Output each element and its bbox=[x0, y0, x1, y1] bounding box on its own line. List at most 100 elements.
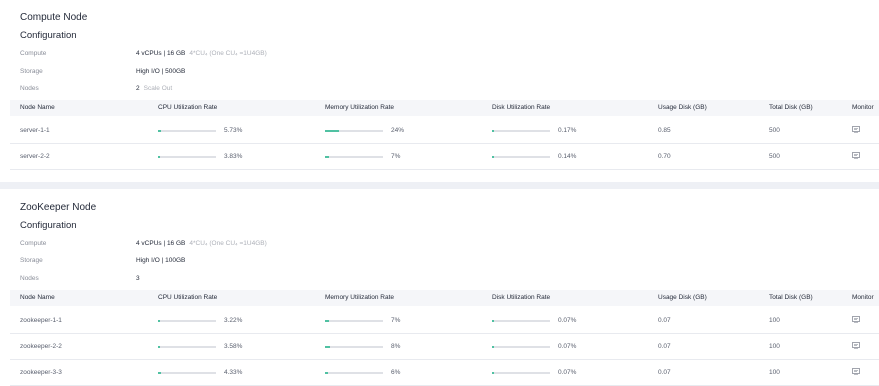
compute-node-section: Compute Node Configuration Compute 4 vCP… bbox=[0, 0, 879, 182]
column-node-name: Node Name bbox=[20, 294, 55, 301]
cpu-rate: 3.58% bbox=[224, 343, 243, 350]
node-count: 2 bbox=[136, 85, 140, 92]
column-total-disk: Total Disk (GB) bbox=[769, 104, 813, 111]
total-disk: 500 bbox=[769, 153, 780, 160]
memory-bar-fill bbox=[325, 130, 339, 132]
config-value-nodes: 3 bbox=[136, 275, 140, 282]
usage-disk: 0.85 bbox=[658, 127, 671, 134]
disk-bar-fill bbox=[492, 320, 494, 322]
config-label-compute: Compute bbox=[20, 50, 47, 57]
compute-spec: 4 vCPUs | 16 GB bbox=[136, 50, 186, 57]
node-name: server-1-1 bbox=[20, 127, 50, 134]
total-disk: 100 bbox=[769, 343, 780, 350]
disk-rate: 0.14% bbox=[558, 153, 577, 160]
total-disk: 500 bbox=[769, 127, 780, 134]
usage-disk: 0.07 bbox=[658, 343, 671, 350]
monitor-icon[interactable] bbox=[852, 152, 860, 159]
memory-bar-fill bbox=[325, 320, 330, 322]
memory-rate: 7% bbox=[391, 153, 401, 160]
disk-bar bbox=[492, 320, 550, 322]
config-label-nodes: Nodes bbox=[20, 85, 39, 92]
memory-bar bbox=[325, 320, 383, 322]
cpu-bar bbox=[158, 130, 216, 132]
cpu-rate: 5.73% bbox=[224, 127, 243, 134]
usage-disk: 0.70 bbox=[658, 153, 671, 160]
disk-bar-fill bbox=[492, 130, 494, 132]
disk-bar bbox=[492, 372, 550, 374]
total-disk: 100 bbox=[769, 369, 780, 376]
usage-disk: 0.07 bbox=[658, 317, 671, 324]
disk-rate: 0.17% bbox=[558, 127, 577, 134]
column-cpu: CPU Utilization Rate bbox=[158, 294, 218, 301]
node-name: zookeeper-2-2 bbox=[20, 343, 62, 350]
disk-bar bbox=[492, 130, 550, 132]
column-disk: Disk Utilization Rate bbox=[492, 104, 551, 111]
scale-out-link[interactable]: Scale Out bbox=[144, 85, 173, 92]
column-usage-disk: Usage Disk (GB) bbox=[658, 104, 707, 111]
config-label-nodes: Nodes bbox=[20, 275, 39, 282]
memory-bar bbox=[325, 372, 383, 374]
usage-disk: 0.07 bbox=[658, 369, 671, 376]
memory-rate: 24% bbox=[391, 127, 405, 134]
section-subtitle: Configuration bbox=[20, 220, 77, 231]
memory-bar-fill bbox=[325, 346, 330, 348]
cpu-rate: 3.22% bbox=[224, 317, 243, 324]
config-value-compute: 4 vCPUs | 16 GB 4*CU₄ (One CU₄ =1U4GB) bbox=[136, 50, 267, 57]
config-label-compute: Compute bbox=[20, 240, 47, 247]
disk-bar-fill bbox=[492, 156, 494, 158]
cpu-bar bbox=[158, 372, 216, 374]
disk-rate: 0.07% bbox=[558, 317, 577, 324]
cpu-bar-fill bbox=[158, 156, 161, 158]
column-usage-disk: Usage Disk (GB) bbox=[658, 294, 707, 301]
memory-bar bbox=[325, 346, 383, 348]
table-header: Node Name CPU Utilization Rate Memory Ut… bbox=[10, 290, 879, 306]
table-row: zookeeper-2-2 3.58% 8% 0.07% 0.07 100 bbox=[10, 334, 879, 360]
memory-bar-fill bbox=[325, 372, 329, 374]
table-row: server-2-2 3.83% 7% 0.14% 0.70 500 bbox=[10, 144, 879, 170]
node-name: zookeeper-1-1 bbox=[20, 317, 62, 324]
zookeeper-node-section: ZooKeeper Node Configuration Compute 4 v… bbox=[0, 189, 879, 386]
compute-spec: 4 vCPUs | 16 GB bbox=[136, 240, 186, 247]
section-title: ZooKeeper Node bbox=[20, 202, 97, 213]
column-monitor: Monitor bbox=[852, 104, 874, 111]
column-disk: Disk Utilization Rate bbox=[492, 294, 551, 301]
config-value-storage: High I/O | 100GB bbox=[136, 257, 186, 264]
compute-cu-note: 4*CU₄ (One CU₄ =1U4GB) bbox=[189, 50, 267, 57]
memory-rate: 7% bbox=[391, 317, 401, 324]
section-title: Compute Node bbox=[20, 12, 88, 23]
disk-bar-fill bbox=[492, 346, 494, 348]
column-memory: Memory Utilization Rate bbox=[325, 294, 394, 301]
column-total-disk: Total Disk (GB) bbox=[769, 294, 813, 301]
compute-cu-note: 4*CU₄ (One CU₄ =1U4GB) bbox=[189, 240, 267, 247]
memory-bar bbox=[325, 156, 383, 158]
table-row: zookeeper-3-3 4.33% 6% 0.07% 0.07 100 bbox=[10, 360, 879, 386]
cpu-bar-fill bbox=[158, 320, 160, 322]
cpu-bar-fill bbox=[158, 130, 162, 132]
disk-bar bbox=[492, 156, 550, 158]
table-header: Node Name CPU Utilization Rate Memory Ut… bbox=[10, 100, 879, 116]
table-row: server-1-1 5.73% 24% 0.17% 0.85 500 bbox=[10, 118, 879, 144]
column-cpu: CPU Utilization Rate bbox=[158, 104, 218, 111]
section-subtitle: Configuration bbox=[20, 30, 77, 41]
cpu-rate: 4.33% bbox=[224, 369, 243, 376]
config-value-compute: 4 vCPUs | 16 GB 4*CU₄ (One CU₄ =1U4GB) bbox=[136, 240, 267, 247]
cpu-rate: 3.83% bbox=[224, 153, 243, 160]
memory-rate: 8% bbox=[391, 343, 401, 350]
total-disk: 100 bbox=[769, 317, 780, 324]
monitor-icon[interactable] bbox=[852, 126, 860, 133]
node-name: zookeeper-3-3 bbox=[20, 369, 62, 376]
cpu-bar bbox=[158, 156, 216, 158]
config-label-storage: Storage bbox=[20, 68, 43, 75]
section-divider bbox=[0, 182, 879, 189]
monitor-icon[interactable] bbox=[852, 316, 860, 323]
monitor-icon[interactable] bbox=[852, 368, 860, 375]
table-row: zookeeper-1-1 3.22% 7% 0.07% 0.07 100 bbox=[10, 308, 879, 334]
cpu-bar bbox=[158, 346, 216, 348]
config-value-nodes: 2 Scale Out bbox=[136, 85, 172, 92]
disk-rate: 0.07% bbox=[558, 369, 577, 376]
config-label-storage: Storage bbox=[20, 257, 43, 264]
monitor-icon[interactable] bbox=[852, 342, 860, 349]
config-value-storage: High I/O | 500GB bbox=[136, 68, 186, 75]
cpu-bar-fill bbox=[158, 346, 161, 348]
column-node-name: Node Name bbox=[20, 104, 55, 111]
